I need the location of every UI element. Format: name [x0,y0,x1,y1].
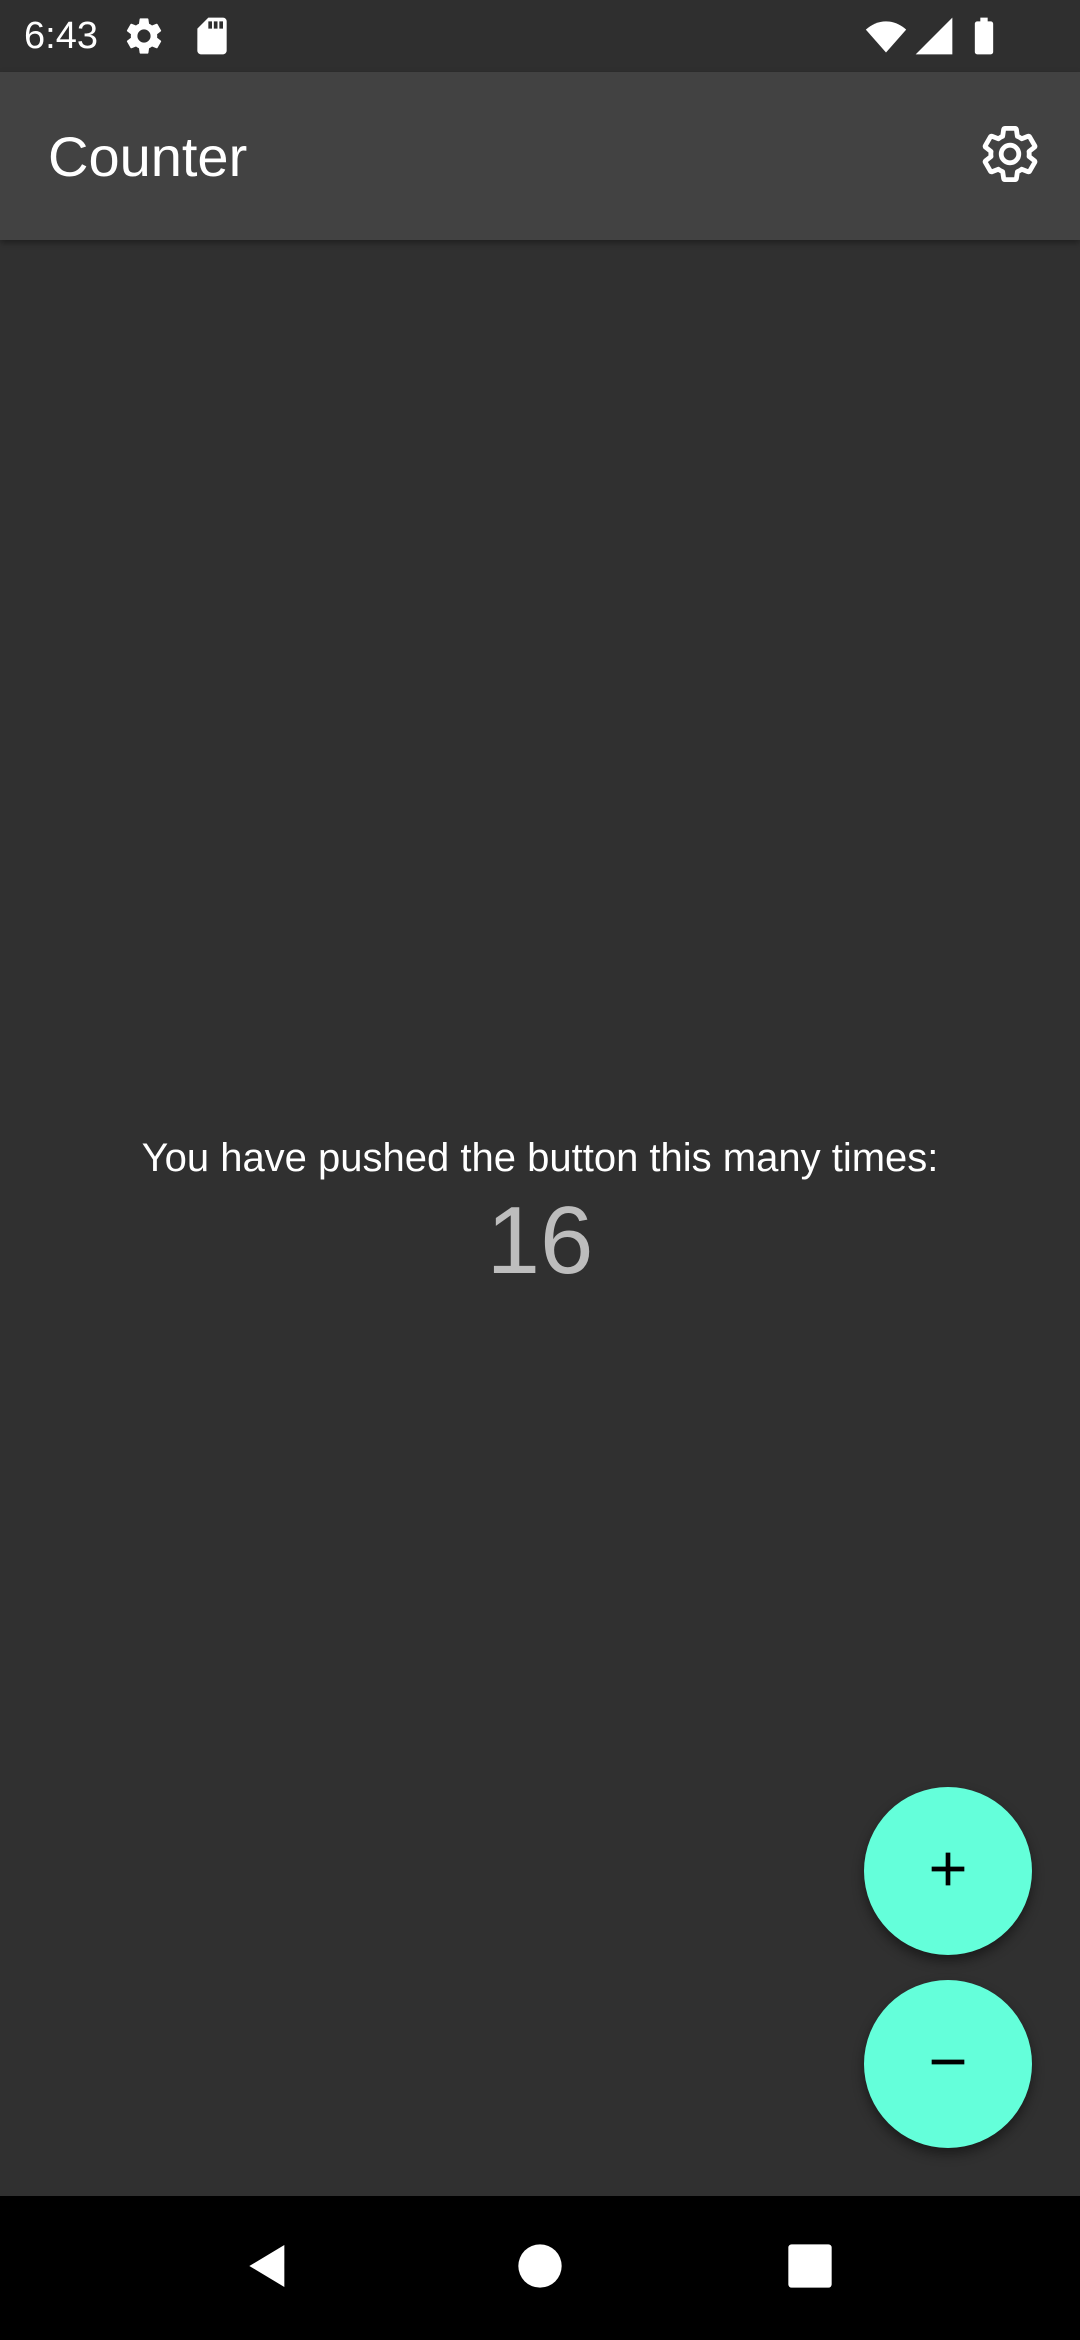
recents-square-icon [784,2240,836,2297]
battery-icon [962,14,1006,58]
settings-gear-icon [978,122,1042,191]
settings-gear-icon [122,14,166,58]
wifi-icon [864,14,908,58]
decrement-button[interactable] [864,1980,1032,2148]
counter-message: You have pushed the button this many tim… [141,1136,939,1180]
app-bar: Counter [0,72,1080,240]
cellular-signal-icon [912,14,956,58]
plus-icon [920,1841,976,1902]
status-bar: 6:43 [0,0,1080,72]
increment-button[interactable] [864,1787,1032,1955]
minus-icon [920,2034,976,2095]
back-triangle-icon [240,2238,296,2299]
app-title: Counter [48,125,248,188]
recents-button[interactable] [774,2232,846,2304]
back-button[interactable] [232,2232,304,2304]
navigation-bar [0,2196,1080,2340]
status-time: 6:43 [24,15,98,57]
home-button[interactable] [504,2232,576,2304]
settings-button[interactable] [964,110,1056,202]
counter-value: 16 [486,1187,594,1294]
sd-card-icon [190,14,234,58]
home-circle-icon [514,2240,566,2297]
